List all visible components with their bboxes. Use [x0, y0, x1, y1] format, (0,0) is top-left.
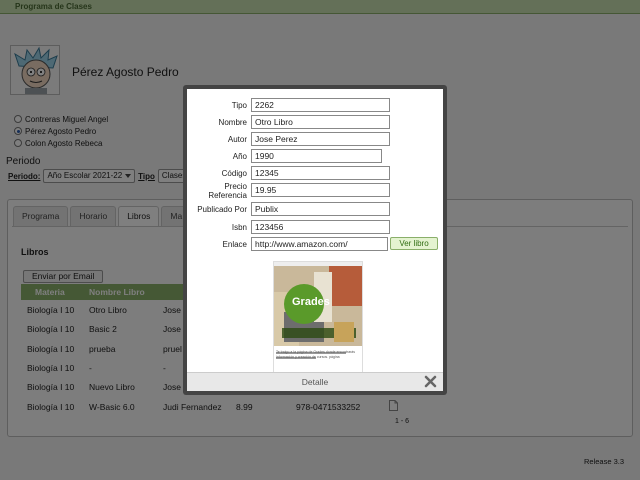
thumbnail-caption: Te traigo a la página de Grades donde en…	[276, 350, 355, 359]
field-input-publicado[interactable]: Publix	[251, 202, 390, 216]
field-input-ano[interactable]: 1990	[251, 149, 382, 163]
thumbnail-logo-text: Grades	[292, 296, 330, 308]
field-label-tipo: Tipo	[231, 101, 247, 110]
field-label-precio: Precio Referencia	[208, 182, 247, 200]
field-label-autor: Autor	[227, 135, 247, 144]
field-label-nombre: Nombre	[218, 118, 247, 127]
field-label-enlace: Enlace	[222, 240, 247, 249]
field-label-codigo: Código	[221, 169, 247, 178]
book-thumbnail[interactable]: Grades Te traigo a la página de Grades d…	[273, 261, 363, 373]
field-label-publicado: Publicado Por	[197, 205, 247, 214]
modal-footer: Detalle	[187, 372, 443, 391]
field-input-precio[interactable]: 19.95	[251, 183, 390, 197]
close-icon[interactable]	[424, 375, 437, 388]
field-input-autor[interactable]: Jose Perez	[251, 132, 390, 146]
field-label-isbn: Isbn	[231, 223, 247, 232]
book-detail-modal: Tipo 2262 Nombre Otro Libro Autor Jose P…	[183, 85, 447, 395]
field-input-codigo[interactable]: 12345	[251, 166, 390, 180]
modal-body: Tipo 2262 Nombre Otro Libro Autor Jose P…	[187, 89, 443, 391]
field-label-ano: Año	[232, 152, 247, 161]
ver-libro-button[interactable]: Ver libro	[390, 237, 438, 250]
field-input-tipo[interactable]: 2262	[251, 98, 390, 112]
field-input-nombre[interactable]: Otro Libro	[251, 115, 390, 129]
field-input-isbn[interactable]: 123456	[251, 220, 390, 234]
field-input-enlace[interactable]: http://www.amazon.com/	[251, 237, 388, 251]
